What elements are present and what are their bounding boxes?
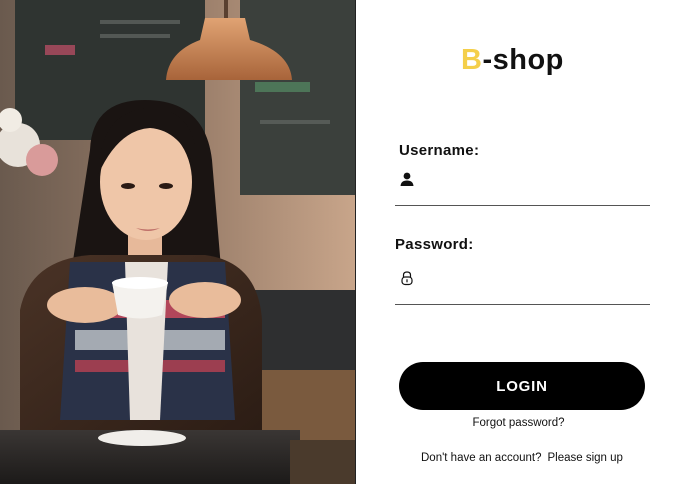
lock-icon-svg: [401, 271, 413, 286]
user-icon-svg: [400, 172, 414, 186]
signup-prompt: Don't have an account?: [421, 452, 542, 464]
lock-icon: [399, 270, 415, 286]
login-panel: B-shop Username: Password: LOGIN Forgot …: [355, 0, 680, 484]
username-field[interactable]: [395, 172, 650, 206]
login-screen: B-shop Username: Password: LOGIN Forgot …: [0, 0, 680, 484]
username-label: Username:: [399, 142, 480, 159]
password-field[interactable]: [395, 271, 650, 305]
brand-name-rest: -shop: [482, 44, 564, 76]
user-icon: [399, 171, 415, 187]
cafe-woman-illustration: [0, 0, 355, 484]
brand-accent-letter: B: [461, 44, 483, 76]
signup-row: Don't have an account? Please sign up: [421, 452, 623, 464]
brand-logo: B-shop: [461, 44, 564, 77]
hero-photo: [0, 0, 355, 484]
login-button[interactable]: LOGIN: [399, 362, 645, 410]
password-input[interactable]: [423, 276, 643, 298]
username-input[interactable]: [423, 177, 643, 199]
password-label: Password:: [395, 236, 474, 253]
signup-link[interactable]: Please sign up: [547, 452, 622, 464]
forgot-password-link[interactable]: Forgot password?: [356, 417, 680, 429]
